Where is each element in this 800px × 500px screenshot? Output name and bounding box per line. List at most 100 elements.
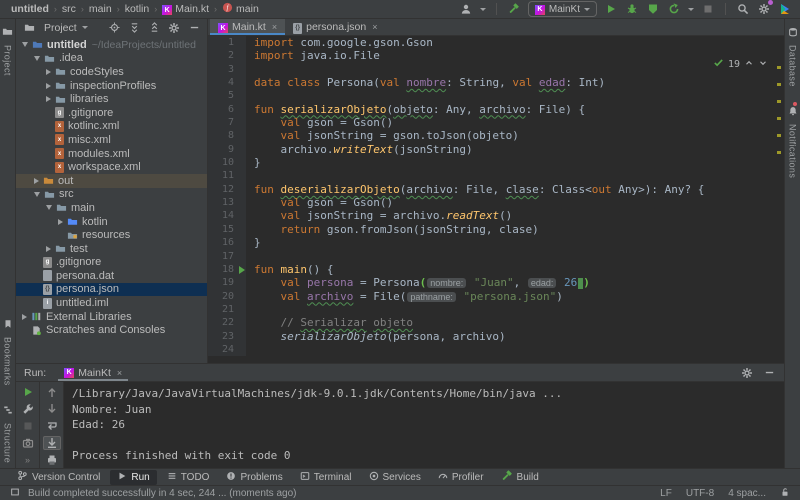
error-stripe[interactable] bbox=[777, 66, 781, 168]
expand-arrow-icon[interactable] bbox=[46, 82, 51, 89]
run-settings-wrench-icon[interactable] bbox=[19, 402, 37, 416]
settings-gear-icon[interactable] bbox=[740, 365, 754, 381]
toolwindow-button-run[interactable]: Run bbox=[110, 469, 157, 485]
tree-item-main[interactable]: main bbox=[16, 201, 207, 215]
warning-mark[interactable] bbox=[777, 66, 781, 69]
tree-item-persona-dat[interactable]: persona.dat bbox=[16, 269, 207, 283]
tree-item-misc-xml[interactable]: x misc.xml bbox=[16, 133, 207, 147]
tree-item-inspectionprofiles[interactable]: inspectionProfiles bbox=[16, 79, 207, 93]
code-editor-area[interactable]: 19 1 import com.google.gson.Gson 2 import j… bbox=[208, 36, 784, 363]
run-console-output[interactable]: /Library/Java/JavaVirtualMachines/jdk-9.… bbox=[64, 382, 784, 468]
gutter-line-21[interactable]: 21 bbox=[208, 302, 246, 317]
gutter-line-11[interactable]: 11 bbox=[208, 169, 246, 183]
tree-item-out[interactable]: out bbox=[16, 173, 207, 188]
gutter-line-14[interactable]: 14 bbox=[208, 209, 246, 223]
gutter-line-7[interactable]: 7 bbox=[208, 116, 246, 130]
expand-arrow-icon[interactable] bbox=[22, 42, 28, 48]
close-icon[interactable]: × bbox=[372, 22, 377, 32]
inspections-widget[interactable]: 19 bbox=[713, 57, 768, 71]
gutter-line-6[interactable]: 6 bbox=[208, 102, 246, 117]
gutter-line-12[interactable]: 12 bbox=[208, 182, 246, 197]
tool-stripe-button-project[interactable]: Project bbox=[2, 24, 13, 76]
expand-arrow-icon[interactable] bbox=[34, 55, 40, 61]
tree-item-libraries[interactable]: libraries bbox=[16, 92, 207, 106]
expand-arrow-icon[interactable] bbox=[22, 313, 27, 320]
tree-item-kotlinc-xml[interactable]: x kotlinc.xml bbox=[16, 120, 207, 134]
warning-mark[interactable] bbox=[777, 151, 781, 154]
gutter-line-24[interactable]: 24 bbox=[208, 342, 246, 357]
expand-all-icon[interactable] bbox=[127, 20, 141, 36]
collapse-all-icon[interactable] bbox=[147, 20, 161, 36]
search-everywhere-icon[interactable] bbox=[736, 1, 750, 17]
tree-item-external-libraries[interactable]: External Libraries bbox=[16, 310, 207, 324]
tree-item-src[interactable]: src bbox=[16, 188, 207, 202]
tree-item-modules-xml[interactable]: x modules.xml bbox=[16, 147, 207, 161]
tool-stripe-button-structure[interactable]: Structure bbox=[3, 402, 13, 463]
status-line-ending[interactable]: LF bbox=[660, 488, 672, 499]
ide-features-icon[interactable] bbox=[778, 1, 792, 17]
chevron-down-icon[interactable] bbox=[758, 58, 768, 71]
more-icon[interactable]: » bbox=[19, 453, 37, 466]
breadcrumb-item-Main.kt[interactable]: K Main.kt bbox=[161, 3, 210, 16]
tree-item-untitled[interactable]: untitled ~/IdeaProjects/untitled bbox=[16, 38, 207, 52]
expand-arrow-icon[interactable] bbox=[34, 191, 40, 197]
tree-item-workspace-xml[interactable]: x workspace.xml bbox=[16, 160, 207, 174]
chevron-down-icon[interactable] bbox=[479, 7, 486, 11]
tool-stripe-button-bookmarks[interactable]: Bookmarks bbox=[3, 316, 13, 386]
tree-item--gitignore[interactable]: g .gitignore bbox=[16, 256, 207, 270]
gutter-line-9[interactable]: 9 bbox=[208, 142, 246, 157]
tool-stripe-button-database[interactable]: Database bbox=[788, 24, 798, 87]
tree-item-resources[interactable]: resources bbox=[16, 228, 207, 242]
status-indent[interactable]: 4 spac... bbox=[728, 488, 766, 499]
tree-item-test[interactable]: test bbox=[16, 242, 207, 256]
gutter-line-22[interactable]: 22 bbox=[208, 316, 246, 330]
gutter-line-4[interactable]: 4 bbox=[208, 76, 246, 90]
expand-arrow-icon[interactable] bbox=[46, 68, 51, 75]
toolwindow-button-build[interactable]: Build bbox=[494, 469, 546, 485]
gutter-line-15[interactable]: 15 bbox=[208, 222, 246, 237]
gutter-line-3[interactable]: 3 bbox=[208, 62, 246, 77]
gutter-line-10[interactable]: 10 bbox=[208, 156, 246, 170]
gutter-line-18[interactable]: 18 bbox=[208, 262, 246, 277]
locate-file-icon[interactable] bbox=[107, 20, 121, 36]
chevron-up-icon[interactable] bbox=[744, 58, 754, 71]
expand-arrow-icon[interactable] bbox=[46, 96, 51, 103]
run-config-selector[interactable]: K MainKt bbox=[527, 1, 597, 17]
down-stacktrace-icon[interactable] bbox=[43, 402, 61, 416]
gutter-line-20[interactable]: 20 bbox=[208, 289, 246, 303]
coverage-icon[interactable] bbox=[646, 1, 660, 17]
breadcrumb-item-kotlin[interactable]: kotlin bbox=[124, 3, 151, 15]
editor-tab-persona-json[interactable]: {} persona.json × bbox=[285, 19, 385, 35]
debug-icon[interactable] bbox=[625, 1, 639, 17]
user-icon[interactable] bbox=[459, 1, 473, 17]
stop-icon[interactable] bbox=[19, 419, 37, 433]
tool-stripe-button-notifications[interactable]: Notifications bbox=[788, 101, 798, 178]
stop-icon[interactable] bbox=[701, 1, 715, 17]
close-icon[interactable]: × bbox=[117, 368, 122, 378]
scroll-to-end-icon[interactable] bbox=[42, 436, 61, 450]
expand-arrow-icon[interactable] bbox=[34, 177, 39, 184]
expand-arrow-icon[interactable] bbox=[46, 205, 52, 211]
breadcrumb-item-untitled[interactable]: untitled bbox=[10, 3, 50, 15]
print-icon[interactable] bbox=[43, 453, 61, 467]
chevron-down-icon[interactable] bbox=[688, 7, 694, 11]
gutter-line-2[interactable]: 2 bbox=[208, 49, 246, 63]
build-hammer-icon[interactable] bbox=[507, 1, 521, 17]
toolwindow-button-terminal[interactable]: Terminal bbox=[293, 470, 359, 485]
tree-item-untitled-iml[interactable]: i untitled.iml bbox=[16, 296, 207, 310]
breadcrumb-item-main[interactable]: f main bbox=[221, 2, 260, 16]
up-stacktrace-icon[interactable] bbox=[43, 385, 61, 399]
toolwindow-button-version-control[interactable]: Version Control bbox=[10, 470, 107, 485]
gutter-line-1[interactable]: 1 bbox=[208, 36, 246, 50]
gutter-line-16[interactable]: 16 bbox=[208, 236, 246, 250]
breadcrumb-item-main[interactable]: main bbox=[88, 3, 113, 15]
tree-item-codestyles[interactable]: codeStyles bbox=[16, 65, 207, 79]
gutter-line-8[interactable]: 8 bbox=[208, 129, 246, 143]
toolwindow-button-todo[interactable]: TODO bbox=[160, 470, 217, 485]
toolwindow-button-services[interactable]: Services bbox=[362, 470, 428, 485]
warning-mark[interactable] bbox=[777, 134, 781, 137]
hide-panel-icon[interactable] bbox=[187, 20, 201, 36]
editor-tab-main-kt[interactable]: K Main.kt × bbox=[210, 19, 286, 35]
gutter-line-23[interactable]: 23 bbox=[208, 329, 246, 343]
chevron-down-icon[interactable] bbox=[81, 26, 88, 29]
